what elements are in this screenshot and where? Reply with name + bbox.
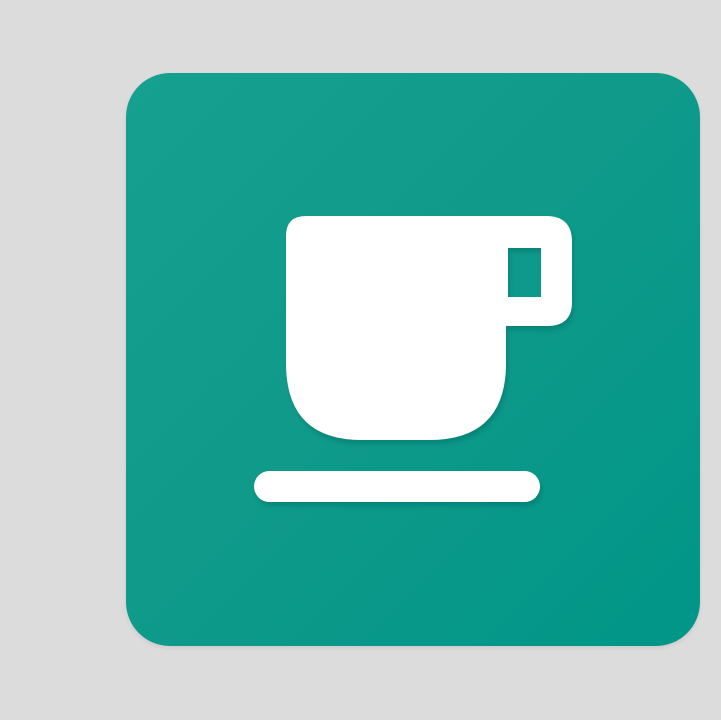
icon-preview-canvas xyxy=(0,0,721,720)
coffee-cup-body-shape xyxy=(286,216,572,440)
coffee-saucer-shape xyxy=(254,471,540,502)
coffee-cup-icon xyxy=(254,216,572,502)
app-icon-tile xyxy=(126,73,700,646)
